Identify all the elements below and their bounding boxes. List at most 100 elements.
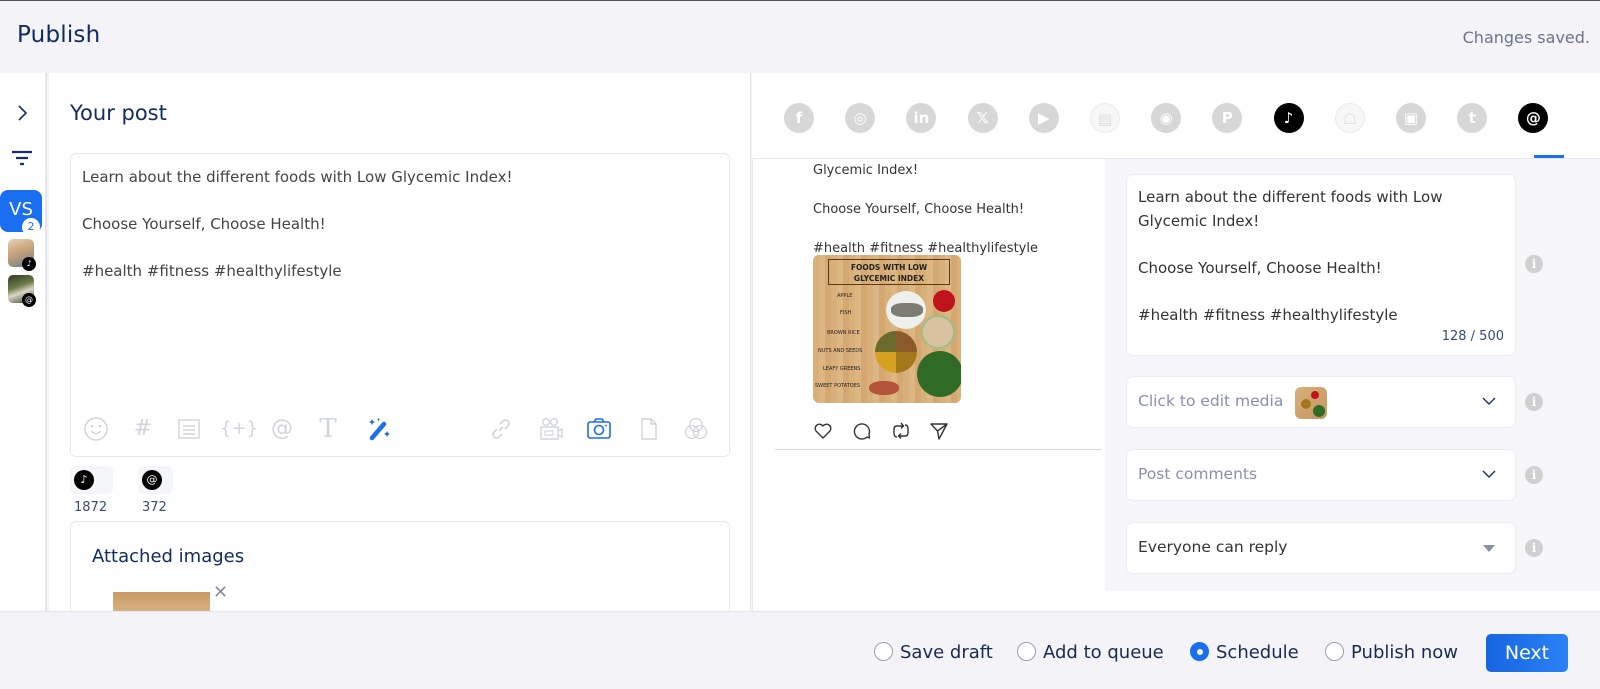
post-text-input[interactable]: Learn about the different foods with Low… bbox=[82, 166, 512, 284]
save-status: Changes saved. bbox=[1462, 28, 1590, 47]
image-label: FISH bbox=[840, 310, 852, 316]
page-header: Publish Changes saved. bbox=[0, 1, 1600, 73]
editor-toolbar: # {+} @ T bbox=[81, 414, 721, 444]
image-title: FOODS WITH LOW GLYCEMIC INDEX bbox=[828, 259, 950, 285]
schedule-option[interactable]: Schedule bbox=[1190, 642, 1299, 664]
info-icon[interactable]: i bbox=[1525, 393, 1543, 411]
image-label: NUTS AND SEEDS bbox=[818, 348, 863, 354]
filter-icon[interactable] bbox=[11, 149, 33, 167]
option-label: Add to queue bbox=[1043, 642, 1164, 663]
sweet-potatoes bbox=[869, 381, 899, 395]
like-icon[interactable] bbox=[813, 421, 833, 441]
threads-post-preview: Glycemic Index! Choose Yourself, Choose … bbox=[752, 159, 1107, 611]
preview-image[interactable]: FOODS WITH LOW GLYCEMIC INDEX APPLE FISH… bbox=[813, 255, 961, 403]
post-comments-dropdown[interactable]: Post comments bbox=[1126, 449, 1516, 501]
account-group-avatar[interactable]: VS 2 bbox=[0, 190, 42, 236]
network-tab-instagram-icon[interactable]: ◎ bbox=[845, 103, 876, 133]
accounts-sidebar: VS 2 ♪ @ bbox=[0, 73, 47, 611]
group-initials: VS bbox=[9, 199, 33, 220]
nuts-seeds-plate bbox=[875, 331, 917, 373]
threads-icon: @ bbox=[22, 293, 36, 307]
radio-button-selected[interactable] bbox=[1190, 642, 1209, 661]
link-icon[interactable] bbox=[486, 414, 516, 444]
threads-settings: Learn about the different foods with Low… bbox=[1105, 159, 1600, 591]
image-label: BROWN RICE bbox=[827, 330, 860, 336]
brown-rice-bowl bbox=[921, 315, 955, 349]
save-draft-option[interactable]: Save draft bbox=[874, 642, 993, 664]
preview-panel: f ◎ in 𝕏 ▶ ▤ ◉ P ♪ ☖ ▣ t @ Glycemic Index! Choose Yo… bbox=[752, 73, 1600, 611]
chevron-down-icon bbox=[1482, 470, 1496, 478]
image-label: APPLE bbox=[837, 293, 853, 299]
caret-down-icon bbox=[1483, 545, 1495, 552]
network-tab-x-icon[interactable]: 𝕏 bbox=[967, 103, 998, 133]
preview-text: Glycemic Index! Choose Yourself, Choose … bbox=[813, 163, 1038, 256]
snippet-icon[interactable] bbox=[174, 414, 204, 444]
chevron-right-icon[interactable] bbox=[12, 103, 32, 123]
network-tab-tiktok-icon[interactable]: ♪ bbox=[1273, 103, 1304, 133]
reply-permission-value: Everyone can reply bbox=[1138, 538, 1288, 556]
mention-icon[interactable]: @ bbox=[267, 414, 297, 444]
option-label: Publish now bbox=[1351, 642, 1459, 663]
repost-icon[interactable] bbox=[891, 421, 911, 441]
hashtag-icon[interactable]: # bbox=[128, 414, 158, 444]
threads-text-input[interactable]: Learn about the different foods with Low… bbox=[1138, 186, 1504, 327]
edit-media-label: Click to edit media bbox=[1138, 392, 1284, 410]
publish-now-option[interactable]: Publish now bbox=[1325, 642, 1458, 664]
text-format-icon[interactable]: T bbox=[313, 414, 343, 444]
camera-icon[interactable] bbox=[584, 414, 614, 444]
video-icon[interactable] bbox=[536, 414, 566, 444]
attached-images-heading: Attached images bbox=[92, 546, 245, 567]
page-title: Publish bbox=[17, 22, 101, 48]
attached-image-thumbnail[interactable] bbox=[113, 592, 210, 611]
threads-char-count: @372 bbox=[138, 466, 173, 515]
threads-icon: @ bbox=[142, 469, 162, 490]
network-tab-youtube-icon[interactable]: ▶ bbox=[1028, 103, 1059, 133]
post-actions bbox=[813, 421, 953, 441]
document-icon[interactable] bbox=[634, 414, 664, 444]
network-tab-pinterest-icon[interactable]: P bbox=[1212, 103, 1243, 133]
network-tab-snapchat-icon[interactable]: ☖ bbox=[1334, 103, 1365, 133]
add-to-queue-option[interactable]: Add to queue bbox=[1017, 642, 1164, 664]
emoji-icon[interactable] bbox=[81, 414, 111, 444]
reply-permission-select[interactable]: Everyone can reply bbox=[1126, 522, 1516, 574]
radio-button[interactable] bbox=[874, 642, 893, 661]
image-label: SWEET POTATOES bbox=[815, 383, 861, 389]
comment-icon[interactable] bbox=[852, 421, 872, 441]
active-tab-indicator bbox=[1534, 155, 1564, 158]
variable-icon[interactable]: {+} bbox=[219, 414, 259, 444]
share-icon[interactable] bbox=[929, 421, 949, 441]
post-composer-panel: Your post Learn about the different food… bbox=[49, 73, 751, 611]
publish-footer: Save draft Add to queue Schedule Publish… bbox=[0, 611, 1600, 689]
chevron-down-icon bbox=[1482, 397, 1496, 405]
radio-button[interactable] bbox=[1325, 642, 1344, 661]
network-tab-tumblr-icon[interactable]: t bbox=[1457, 103, 1488, 133]
remove-image-icon[interactable]: ✕ bbox=[213, 582, 228, 603]
network-tab-contact-card-icon[interactable]: ▣ bbox=[1396, 103, 1426, 133]
network-tab-threads-icon[interactable]: @ bbox=[1518, 103, 1549, 133]
fish bbox=[891, 303, 923, 317]
count-value: 1872 bbox=[74, 500, 108, 515]
info-icon[interactable]: i bbox=[1525, 466, 1543, 484]
media-thumbnail bbox=[1295, 387, 1327, 419]
edit-media-dropdown[interactable]: Click to edit media bbox=[1126, 376, 1516, 428]
group-count-badge: 2 bbox=[22, 218, 40, 236]
next-button[interactable]: Next bbox=[1486, 634, 1568, 672]
network-tab-linkedin-icon[interactable]: in bbox=[906, 103, 937, 133]
account-avatar-tiktok[interactable]: ♪ bbox=[8, 239, 36, 271]
info-icon[interactable]: i bbox=[1525, 539, 1543, 557]
attached-images-section: Attached images ✕ bbox=[70, 521, 730, 611]
account-avatar-threads[interactable]: @ bbox=[8, 275, 36, 307]
composer-heading: Your post bbox=[70, 101, 167, 125]
post-editor[interactable]: Learn about the different foods with Low… bbox=[70, 153, 730, 457]
threads-text-editor[interactable]: Learn about the different foods with Low… bbox=[1126, 174, 1516, 356]
network-tab-facebook-icon[interactable]: f bbox=[784, 103, 814, 133]
canva-icon[interactable] bbox=[681, 414, 711, 444]
tiktok-icon: ♪ bbox=[74, 469, 94, 490]
network-tab-reddit-icon[interactable]: ◉ bbox=[1151, 103, 1182, 133]
option-label: Save draft bbox=[900, 642, 993, 663]
ai-magic-wand-icon[interactable] bbox=[364, 414, 394, 444]
info-icon[interactable]: i bbox=[1525, 255, 1543, 273]
character-meter: 128 / 500 bbox=[1441, 329, 1504, 344]
radio-button[interactable] bbox=[1017, 642, 1036, 661]
network-tab-google-business-icon[interactable]: ▤ bbox=[1090, 103, 1120, 133]
